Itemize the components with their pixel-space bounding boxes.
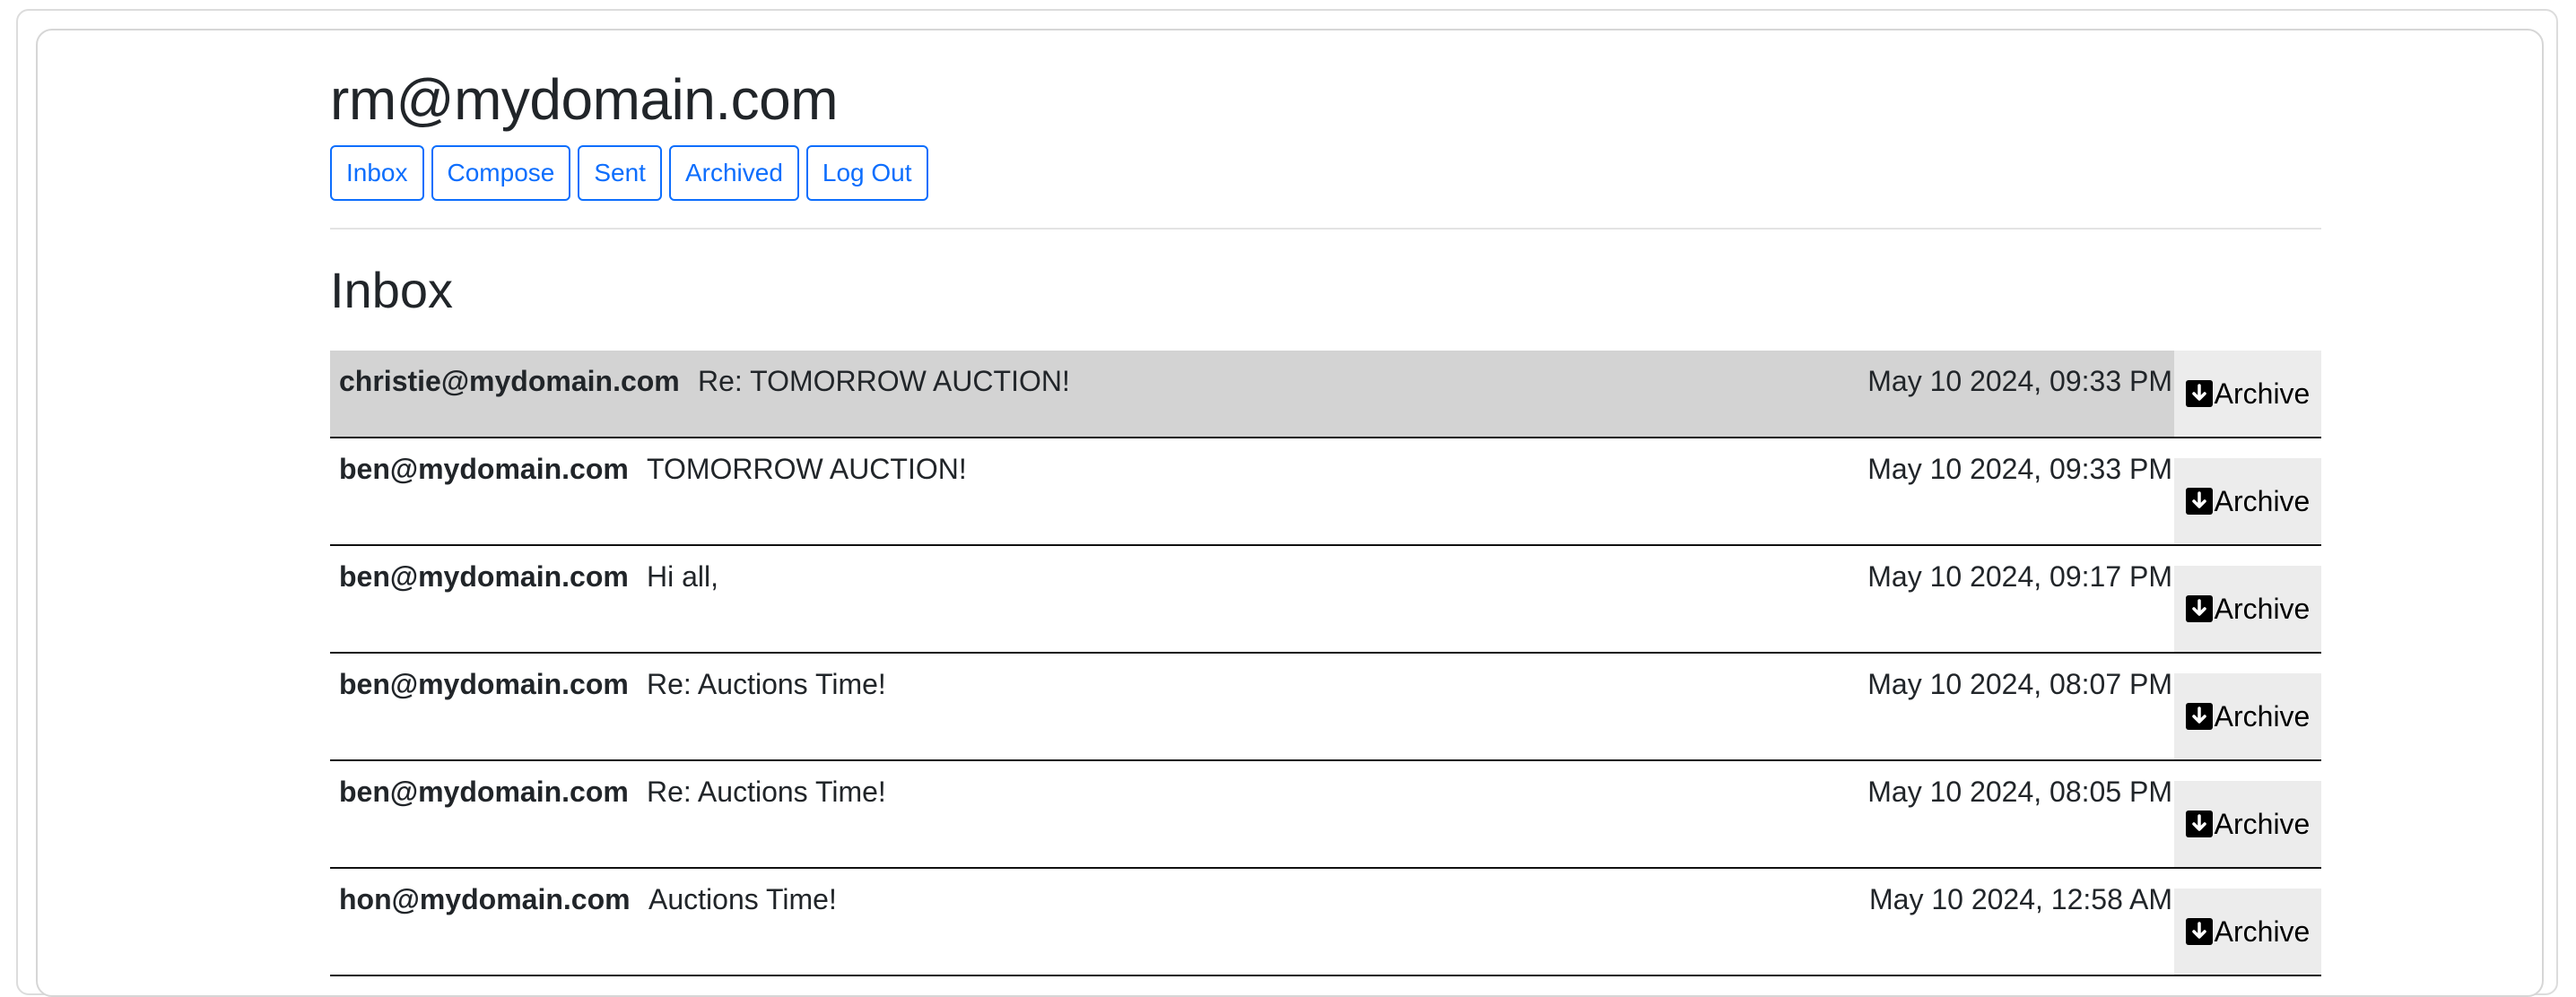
archive-button[interactable]: Archive [2174,781,2321,867]
email-row[interactable]: ben@mydomain.com Re: Auctions Time! May 10… [330,761,2321,869]
archive-button[interactable]: Archive [2174,673,2321,759]
archive-button[interactable]: Archive [2174,566,2321,652]
download-box-icon [2185,918,2213,945]
email-date: May 10 2024, 09:17 PM [1867,560,2172,593]
sent-button[interactable]: Sent [578,145,662,201]
header-divider [330,228,2321,230]
email-sender: ben@mydomain.com [339,668,629,700]
email-date: May 10 2024, 09:33 PM [1867,365,2172,397]
archive-button[interactable]: Archive [2174,351,2321,437]
logout-button[interactable]: Log Out [805,145,928,201]
email-sender: christie@mydomain.com [339,365,680,397]
download-box-icon [2185,380,2213,407]
download-box-icon [2185,488,2213,515]
email-row[interactable]: christie@mydomain.com Re: TOMORROW AUCTIO… [330,351,2321,438]
archive-label: Archive [2214,807,2311,840]
mail-card: rm@mydomain.com Inbox Compose Sent Archi… [36,29,2544,997]
email-date: May 10 2024, 12:58 AM [1869,883,2172,915]
archived-button[interactable]: Archived [668,145,799,201]
download-box-icon [2185,703,2213,730]
archive-label: Archive [2214,592,2311,625]
email-row[interactable]: ben@mydomain.com Re: Auctions Time! May 10… [330,654,2321,761]
archive-label: Archive [2214,915,2311,948]
email-row[interactable]: ben@mydomain.com TOMORROW AUCTION! May 10 … [330,438,2321,546]
page-title: Inbox [330,262,453,318]
download-box-icon [2185,595,2213,622]
archive-button[interactable]: Archive [2174,889,2321,975]
account-email-title: rm@mydomain.com [330,67,839,132]
email-list: christie@mydomain.com Re: TOMORROW AUCTIO… [330,351,2321,976]
email-sender: hon@mydomain.com [339,883,631,915]
email-subject[interactable]: Re: Auctions Time! [647,666,886,702]
archive-label: Archive [2214,484,2311,517]
email-sender: ben@mydomain.com [339,560,629,593]
email-date: May 10 2024, 08:07 PM [1867,668,2172,700]
email-row[interactable]: ben@mydomain.com Hi all, May 10 2024, 09:1… [330,546,2321,654]
email-subject[interactable]: Auctions Time! [648,881,837,917]
archive-label: Archive [2214,377,2311,410]
download-box-icon [2185,811,2213,837]
email-subject[interactable]: Re: Auctions Time! [647,774,886,810]
email-subject[interactable]: Re: TOMORROW AUCTION! [698,363,1070,399]
archive-label: Archive [2214,699,2311,733]
archive-button[interactable]: Archive [2174,458,2321,544]
email-sender: ben@mydomain.com [339,453,629,485]
email-subject[interactable]: TOMORROW AUCTION! [647,451,967,487]
email-row[interactable]: hon@mydomain.com Auctions Time! May 10 202… [330,869,2321,976]
email-subject[interactable]: Hi all, [647,559,718,594]
inbox-button[interactable]: Inbox [330,145,424,201]
email-date: May 10 2024, 08:05 PM [1867,776,2172,808]
email-sender: ben@mydomain.com [339,776,629,808]
email-date: May 10 2024, 09:33 PM [1867,453,2172,485]
nav-bar: Inbox Compose Sent Archived Log Out [330,145,928,201]
compose-button[interactable]: Compose [431,145,571,201]
